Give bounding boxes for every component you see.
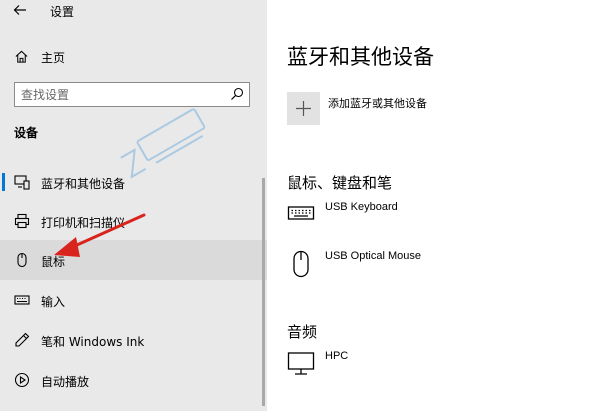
home-label: 主页 bbox=[41, 51, 66, 65]
add-tile bbox=[287, 92, 320, 125]
sidebar: 设置 主页 设备 蓝牙和其他设备 bbox=[0, 0, 267, 411]
sidebar-item-mouse[interactable]: 鼠标 bbox=[0, 240, 267, 280]
sidebar-item-label: 打印机和扫描仪 bbox=[41, 216, 126, 230]
selected-indicator bbox=[2, 173, 5, 191]
plus-icon bbox=[296, 101, 311, 116]
search-input[interactable] bbox=[21, 86, 226, 103]
sidebar-item-label: 蓝牙和其他设备 bbox=[41, 177, 126, 191]
home-icon bbox=[15, 50, 28, 63]
sidebar-item-pen[interactable]: 笔和 Windows Ink bbox=[0, 320, 267, 360]
bluetooth-devices-icon bbox=[14, 175, 30, 190]
device-name: HPC bbox=[325, 350, 349, 362]
device-name: USB Keyboard bbox=[325, 201, 398, 213]
mouse-icon bbox=[17, 252, 27, 268]
sidebar-item-autoplay[interactable]: 自动播放 bbox=[0, 360, 267, 400]
settings-window: 设置 主页 设备 蓝牙和其他设备 bbox=[0, 0, 600, 411]
sidebar-item-label: 鼠标 bbox=[41, 255, 66, 269]
device-usb-keyboard[interactable]: USB Keyboard bbox=[287, 201, 587, 237]
pen-icon bbox=[15, 332, 30, 347]
keyboard-icon bbox=[14, 295, 30, 305]
device-name: USB Optical Mouse bbox=[325, 250, 421, 262]
mouse-icon bbox=[293, 250, 309, 278]
sidebar-item-typing[interactable]: 输入 bbox=[0, 280, 267, 320]
autoplay-icon bbox=[14, 372, 30, 388]
main-content: 蓝牙和其他设备 添加蓝牙或其他设备 鼠标、键盘和笔 USB Keyboard U… bbox=[267, 0, 600, 411]
add-device-label: 添加蓝牙或其他设备 bbox=[328, 97, 427, 110]
printer-icon bbox=[14, 213, 30, 229]
title-bar: 设置 bbox=[0, 0, 267, 24]
sidebar-item-label: 输入 bbox=[41, 295, 66, 309]
back-arrow-icon[interactable] bbox=[12, 2, 28, 18]
device-hpc[interactable]: HPC bbox=[287, 350, 587, 386]
sidebar-item-label: 自动播放 bbox=[41, 375, 90, 389]
page-title: 蓝牙和其他设备 bbox=[287, 45, 434, 69]
window-title: 设置 bbox=[50, 5, 75, 19]
sidebar-item-label: 笔和 Windows Ink bbox=[41, 335, 145, 349]
sidebar-scrollbar[interactable] bbox=[262, 178, 265, 406]
section-title-input-devices: 鼠标、键盘和笔 bbox=[287, 174, 393, 192]
monitor-icon bbox=[287, 352, 315, 375]
section-title-audio: 音频 bbox=[287, 323, 318, 341]
search-box[interactable] bbox=[14, 82, 250, 107]
sidebar-item-bluetooth[interactable]: 蓝牙和其他设备 bbox=[0, 162, 267, 202]
search-icon[interactable] bbox=[230, 87, 244, 101]
sidebar-section-heading: 设备 bbox=[14, 126, 39, 140]
sidebar-item-printers[interactable]: 打印机和扫描仪 bbox=[0, 201, 267, 241]
device-usb-optical-mouse[interactable]: USB Optical Mouse bbox=[287, 250, 587, 286]
add-device-button[interactable]: 添加蓝牙或其他设备 bbox=[287, 92, 587, 128]
keyboard-icon bbox=[287, 206, 315, 220]
home-nav-item[interactable]: 主页 bbox=[0, 44, 267, 70]
